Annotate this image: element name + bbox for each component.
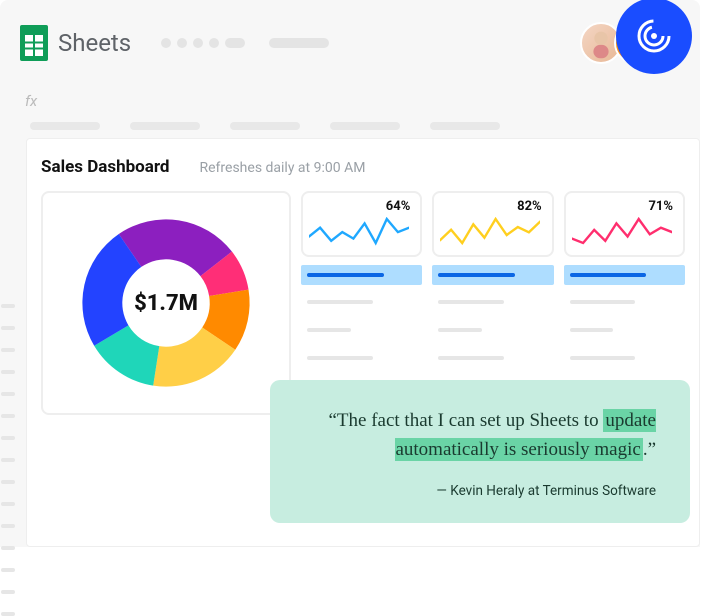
brand-badge-icon bbox=[634, 16, 674, 56]
metric-value: 64% bbox=[386, 199, 411, 214]
donut-chart-card: $1.7M bbox=[41, 191, 291, 415]
table-row bbox=[301, 319, 422, 341]
table-header bbox=[301, 265, 422, 285]
table-row bbox=[432, 319, 553, 341]
table-row bbox=[432, 291, 553, 313]
dashboard-subtitle: Refreshes daily at 9:00 AM bbox=[200, 160, 366, 176]
table-row bbox=[301, 347, 422, 369]
toolbar-placeholder bbox=[30, 122, 500, 130]
sheets-icon bbox=[20, 25, 48, 61]
metric-card: 64% bbox=[301, 191, 422, 257]
testimonial-attribution: — Kevin Heraly at Terminus Software bbox=[304, 483, 656, 499]
table-row bbox=[301, 291, 422, 313]
formula-input[interactable] bbox=[49, 91, 710, 111]
formula-bar[interactable]: fx bbox=[25, 86, 710, 116]
table-row bbox=[432, 347, 553, 369]
brand-badge bbox=[616, 0, 692, 74]
dashboard-title: Sales Dashboard bbox=[41, 157, 170, 177]
fx-label: fx bbox=[25, 92, 37, 110]
quote-post: .” bbox=[643, 439, 656, 460]
metric-value: 71% bbox=[648, 199, 673, 214]
metric-value: 82% bbox=[517, 199, 542, 214]
testimonial-text: “The fact that I can set up Sheets to up… bbox=[304, 406, 656, 465]
table-header bbox=[564, 265, 685, 285]
row-numbers-placeholder bbox=[1, 304, 15, 616]
metric-card: 71% bbox=[564, 191, 685, 257]
table-header bbox=[432, 265, 553, 285]
app-name: Sheets bbox=[58, 29, 131, 57]
sparkline-chart bbox=[572, 217, 672, 247]
doc-meta-placeholder bbox=[161, 38, 329, 48]
sparkline-chart bbox=[309, 217, 409, 247]
topbar: Sheets bbox=[20, 18, 690, 68]
quote-pre: “The fact that I can set up Sheets to bbox=[328, 410, 603, 431]
sparkline-chart bbox=[440, 217, 540, 247]
table-row bbox=[564, 319, 685, 341]
table-row bbox=[564, 291, 685, 313]
testimonial-card: “The fact that I can set up Sheets to up… bbox=[270, 380, 690, 523]
app-logo: Sheets bbox=[20, 25, 131, 61]
metric-card: 82% bbox=[432, 191, 553, 257]
table-row bbox=[564, 347, 685, 369]
donut-center-value: $1.7M bbox=[134, 291, 198, 316]
